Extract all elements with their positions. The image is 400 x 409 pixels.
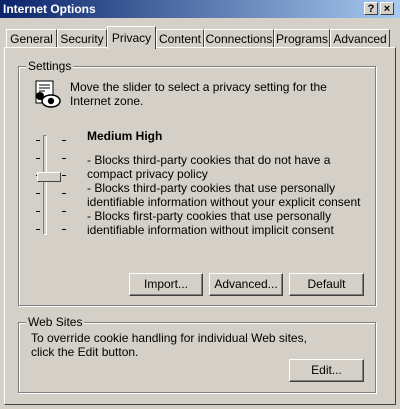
- advanced-button[interactable]: Advanced...: [209, 273, 283, 296]
- websites-text: To override cookie handling for individu…: [31, 331, 307, 359]
- settings-intro: Move the slider to select a privacy sett…: [70, 80, 327, 108]
- help-button[interactable]: ?: [364, 2, 378, 15]
- tab-security[interactable]: Security: [57, 29, 107, 48]
- tab-general[interactable]: General: [6, 29, 57, 48]
- description-line-1: - Blocks third-party cookies that do not…: [87, 153, 331, 181]
- privacy-level-name: Medium High: [87, 129, 163, 143]
- tab-privacy[interactable]: Privacy: [107, 26, 156, 49]
- tab-connections[interactable]: Connections: [204, 29, 274, 48]
- tab-content[interactable]: Content: [156, 29, 204, 48]
- edit-button[interactable]: Edit...: [289, 359, 364, 382]
- privacy-slider-thumb[interactable]: [37, 172, 61, 182]
- tab-programs[interactable]: Programs: [274, 29, 330, 48]
- description-line-3: - Blocks first-party cookies that use pe…: [87, 209, 334, 237]
- tab-advanced[interactable]: Advanced: [330, 29, 390, 48]
- settings-group-label: Settings: [26, 59, 74, 73]
- tab-strip: General Security Privacy Content Connect…: [4, 26, 396, 49]
- description-line-2: - Blocks third-party cookies that use pe…: [87, 181, 361, 209]
- privacy-slider-track[interactable]: [43, 135, 47, 235]
- websites-group-label: Web Sites: [26, 315, 85, 329]
- window-title: Internet Options: [3, 2, 96, 16]
- default-button[interactable]: Default: [289, 273, 364, 296]
- title-bar: Internet Options ? ×: [0, 0, 400, 18]
- privacy-level-description: - Blocks third-party cookies that do not…: [87, 153, 372, 237]
- import-button[interactable]: Import...: [129, 273, 203, 296]
- close-button[interactable]: ×: [380, 2, 394, 15]
- privacy-document-eye-icon: [35, 80, 61, 108]
